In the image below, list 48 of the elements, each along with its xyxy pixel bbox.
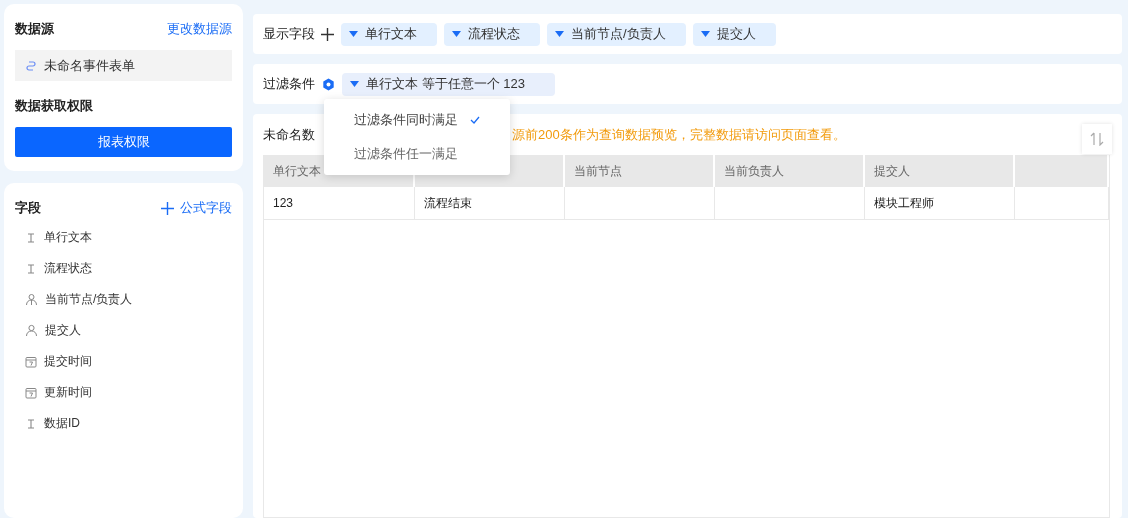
preview-title: 未命名数 xyxy=(263,125,316,144)
filter-chip[interactable]: 单行文本 等于任意一个 123 xyxy=(342,72,555,96)
field-item[interactable]: 流程状态 xyxy=(15,253,232,284)
caret-icon xyxy=(350,81,359,87)
menu-option[interactable]: 过滤条件同时满足 xyxy=(324,103,510,137)
caret-icon xyxy=(700,31,710,37)
field-chip[interactable]: 提交人 xyxy=(692,22,776,46)
source-item[interactable]: 未命名事件表单 xyxy=(15,50,232,81)
column-header: 当前节点 xyxy=(564,155,714,187)
caret-icon xyxy=(555,31,564,37)
field-item[interactable]: 单行文本 xyxy=(15,222,232,253)
add-icon xyxy=(321,27,334,41)
table-cell: 123 xyxy=(264,187,414,220)
sort-icon xyxy=(1090,132,1104,146)
caret-icon xyxy=(452,31,461,37)
field-chip[interactable]: 单行文本 xyxy=(341,22,437,46)
calendar-icon xyxy=(25,386,37,399)
sort-button[interactable] xyxy=(1082,124,1112,154)
text-type-icon xyxy=(25,262,37,275)
calendar-icon xyxy=(25,355,37,368)
section-heading: 字段 xyxy=(15,199,41,217)
field-item[interactable]: 数据ID xyxy=(15,408,232,439)
add-formula-field-link[interactable]: 公式字段 xyxy=(161,199,232,217)
caret-icon xyxy=(349,31,358,37)
field-item[interactable]: 当前节点/负责人 xyxy=(15,284,232,315)
section-heading: 数据获取权限 xyxy=(15,97,93,115)
plus-icon xyxy=(161,201,174,215)
field-item[interactable]: 提交时间 xyxy=(15,346,232,377)
field-chip[interactable]: 流程状态 xyxy=(444,22,540,46)
people-icon xyxy=(25,293,38,306)
column-header: 当前负责人 xyxy=(714,155,864,187)
link-icon xyxy=(25,59,37,72)
settings-icon xyxy=(322,77,335,91)
filter-label: 过滤条件 xyxy=(263,75,315,93)
person-icon xyxy=(25,324,38,337)
field-chip[interactable]: 当前节点/负责人 xyxy=(547,22,686,46)
notice-text: 源前200条作为查询数据预览，完整数据请访问页面查看。 xyxy=(512,125,846,144)
table-cell: 模块工程师 xyxy=(864,187,1014,220)
text-type-icon xyxy=(25,231,37,244)
field-item[interactable]: 提交人 xyxy=(15,315,232,346)
permission-button[interactable]: 报表权限 xyxy=(15,127,232,157)
table-cell: 流程结束 xyxy=(414,187,564,220)
column-header: 提交人 xyxy=(864,155,1014,187)
change-source-link[interactable]: 更改数据源 xyxy=(167,20,232,38)
section-heading: 数据源 xyxy=(15,20,54,38)
text-type-icon xyxy=(25,417,37,430)
field-item[interactable]: 更新时间 xyxy=(15,377,232,408)
display-fields-label: 显示字段 xyxy=(263,25,334,43)
